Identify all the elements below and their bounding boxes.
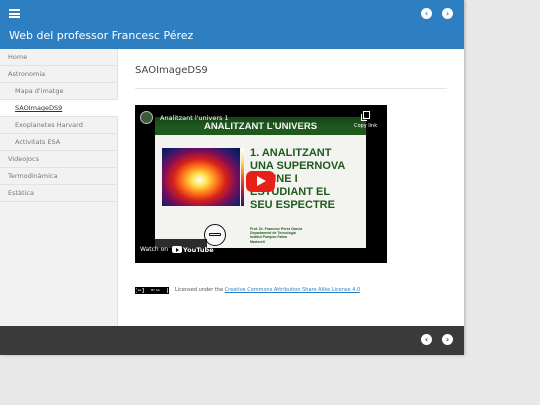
video-title[interactable]: Analitzant l'univers 1 (160, 114, 229, 122)
sidebar-item-saoimageds9[interactable]: SAOImageDS9 (0, 100, 118, 117)
sidebar-nav: Home Astronomia Mapa d'imatge SAOImageDS… (0, 49, 118, 326)
watch-on-youtube-button[interactable]: Watch on YouTube (135, 239, 214, 261)
site-footer: ‹ › (0, 326, 464, 355)
youtube-logo-text: YouTube (183, 246, 214, 254)
thermal-hand-image (162, 148, 240, 206)
cc-badge-text: BY SA (144, 288, 167, 293)
sidebar-item-mapa-imatge[interactable]: Mapa d'imatge (0, 83, 118, 100)
channel-avatar[interactable] (140, 111, 153, 124)
play-icon (257, 176, 266, 186)
license-link[interactable]: Creative Commons Attribution Share Alike… (225, 287, 360, 293)
sidebar-item-astronomia[interactable]: Astronomia (0, 66, 118, 83)
copy-link-icon[interactable] (361, 111, 370, 121)
video-top-bar: Analitzant l'univers 1 Copy link (135, 105, 387, 129)
sidebar-item-termodinamica[interactable]: Termodinàmica (0, 168, 118, 185)
chevron-left-icon[interactable]: ‹ (421, 8, 432, 19)
cc-icon: cc (136, 287, 143, 294)
title-divider (135, 88, 447, 89)
sidebar-item-exoplanetes-harvard[interactable]: Exoplanetes Harvard (0, 117, 118, 134)
site-title[interactable]: Web del professor Francesc Pérez (9, 29, 193, 42)
slide-heading-line: SEU ESPECTRE (250, 199, 335, 211)
page-container: Web del professor Francesc Pérez ‹ › Hom… (0, 0, 464, 355)
copy-link-label[interactable]: Copy link (354, 123, 377, 129)
site-header: Web del professor Francesc Pérez ‹ › (0, 0, 464, 49)
author-portrait-icon (204, 224, 226, 246)
sidebar-item-videojocs[interactable]: Videojocs (0, 151, 118, 168)
sidebar-item-activitats-esa[interactable]: Activitats ESA (0, 134, 118, 151)
chevron-left-icon[interactable]: ‹ (421, 334, 432, 345)
main-content: SAOImageDS9 ANALITZANT L'UNIVERS 1. ANAL… (118, 49, 464, 326)
cc-license-badge[interactable]: cc BY SA (135, 287, 169, 294)
sidebar-item-home[interactable]: Home (0, 49, 118, 66)
thermal-scale-bar (241, 148, 244, 206)
slide-author: Prof. Dr. Francesc Pérez García Departam… (250, 227, 302, 244)
chevron-right-icon[interactable]: › (442, 334, 453, 345)
slide-author-line: Martorell (250, 239, 265, 244)
license-text: Licensed under the Creative Commons Attr… (175, 287, 360, 294)
youtube-logo-icon (172, 246, 182, 253)
play-button[interactable] (246, 171, 275, 192)
slide-heading-line: 1. ANALITZANT (250, 147, 332, 159)
watch-on-label: Watch on (140, 246, 169, 253)
menu-icon[interactable] (9, 9, 20, 18)
license-prefix: Licensed under the (175, 287, 225, 293)
youtube-embed[interactable]: ANALITZANT L'UNIVERS 1. ANALITZANT UNA S… (135, 105, 387, 263)
chevron-right-icon[interactable]: › (442, 8, 453, 19)
sidebar-item-estatica[interactable]: Estàtica (0, 185, 118, 202)
page-title: SAOImageDS9 (135, 65, 208, 76)
